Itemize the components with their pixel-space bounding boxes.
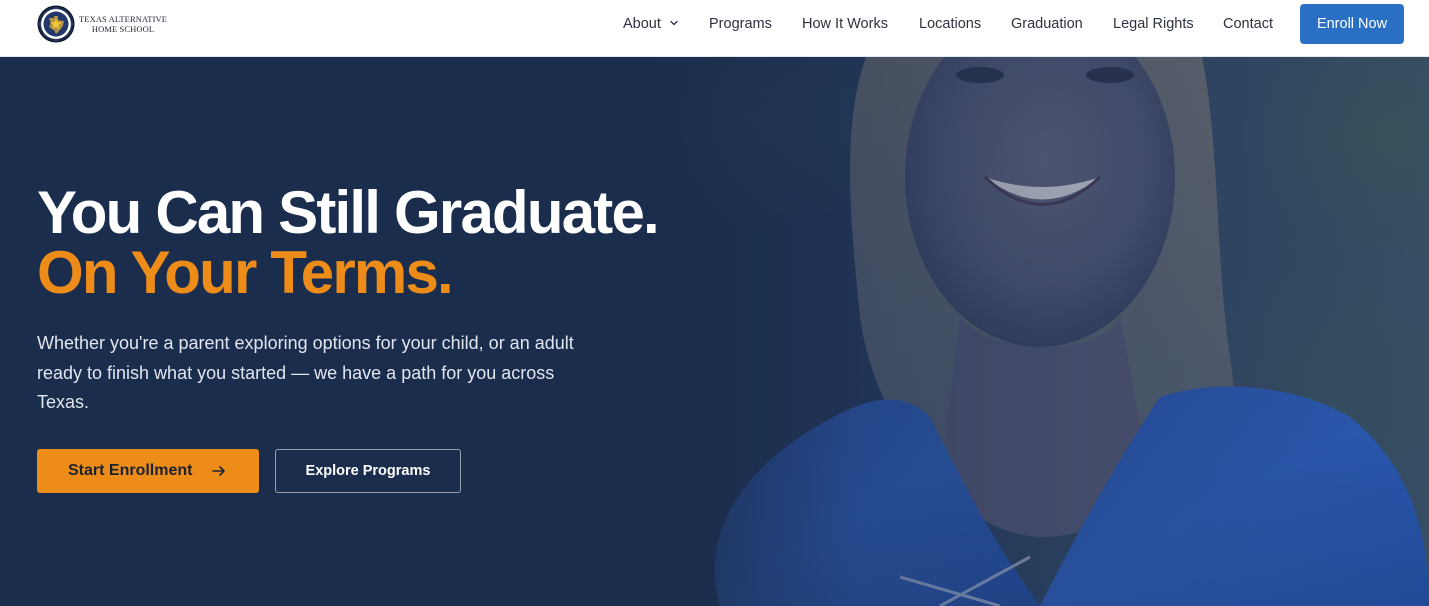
hero-headline: You Can Still Graduate. On Your Terms. <box>37 179 660 306</box>
site-logo[interactable]: TEXAS ALTERNATIVE HOME SCHOOL <box>37 5 167 43</box>
nav-graduation[interactable]: Graduation <box>1011 0 1083 48</box>
nav-how-it-works[interactable]: How It Works <box>802 0 888 48</box>
explore-programs-button[interactable]: Explore Programs <box>275 449 461 493</box>
nav-about-label: About <box>623 16 661 32</box>
texas-star-seal-icon <box>37 5 75 43</box>
chevron-down-icon <box>670 20 678 25</box>
headline-line2: On Your Terms. <box>37 239 454 306</box>
start-enrollment-button[interactable]: Start Enrollment <box>37 449 259 493</box>
start-enrollment-label: Start Enrollment <box>68 462 193 479</box>
brand-name: TEXAS ALTERNATIVE HOME SCHOOL <box>79 14 167 34</box>
nav-contact[interactable]: Contact <box>1223 0 1273 48</box>
nav-programs[interactable]: Programs <box>709 0 772 48</box>
hero-subtext: Whether you're a parent exploring option… <box>37 333 574 412</box>
nav-locations[interactable]: Locations <box>919 0 981 48</box>
hero-section: You Can Still Graduate. On Your Terms. W… <box>0 57 1429 606</box>
site-header: TEXAS ALTERNATIVE HOME SCHOOL About Prog… <box>0 0 1429 57</box>
nav-legal-rights[interactable]: Legal Rights <box>1113 0 1194 48</box>
brand-name-line2: HOME SCHOOL <box>91 24 155 34</box>
enroll-now-button[interactable]: Enroll Now <box>1300 4 1404 44</box>
arrow-right-icon <box>212 466 225 476</box>
nav-about[interactable]: About <box>623 0 679 48</box>
headline-line1: You Can Still Graduate. <box>37 179 660 246</box>
brand-name-line1: TEXAS ALTERNATIVE <box>79 14 168 24</box>
